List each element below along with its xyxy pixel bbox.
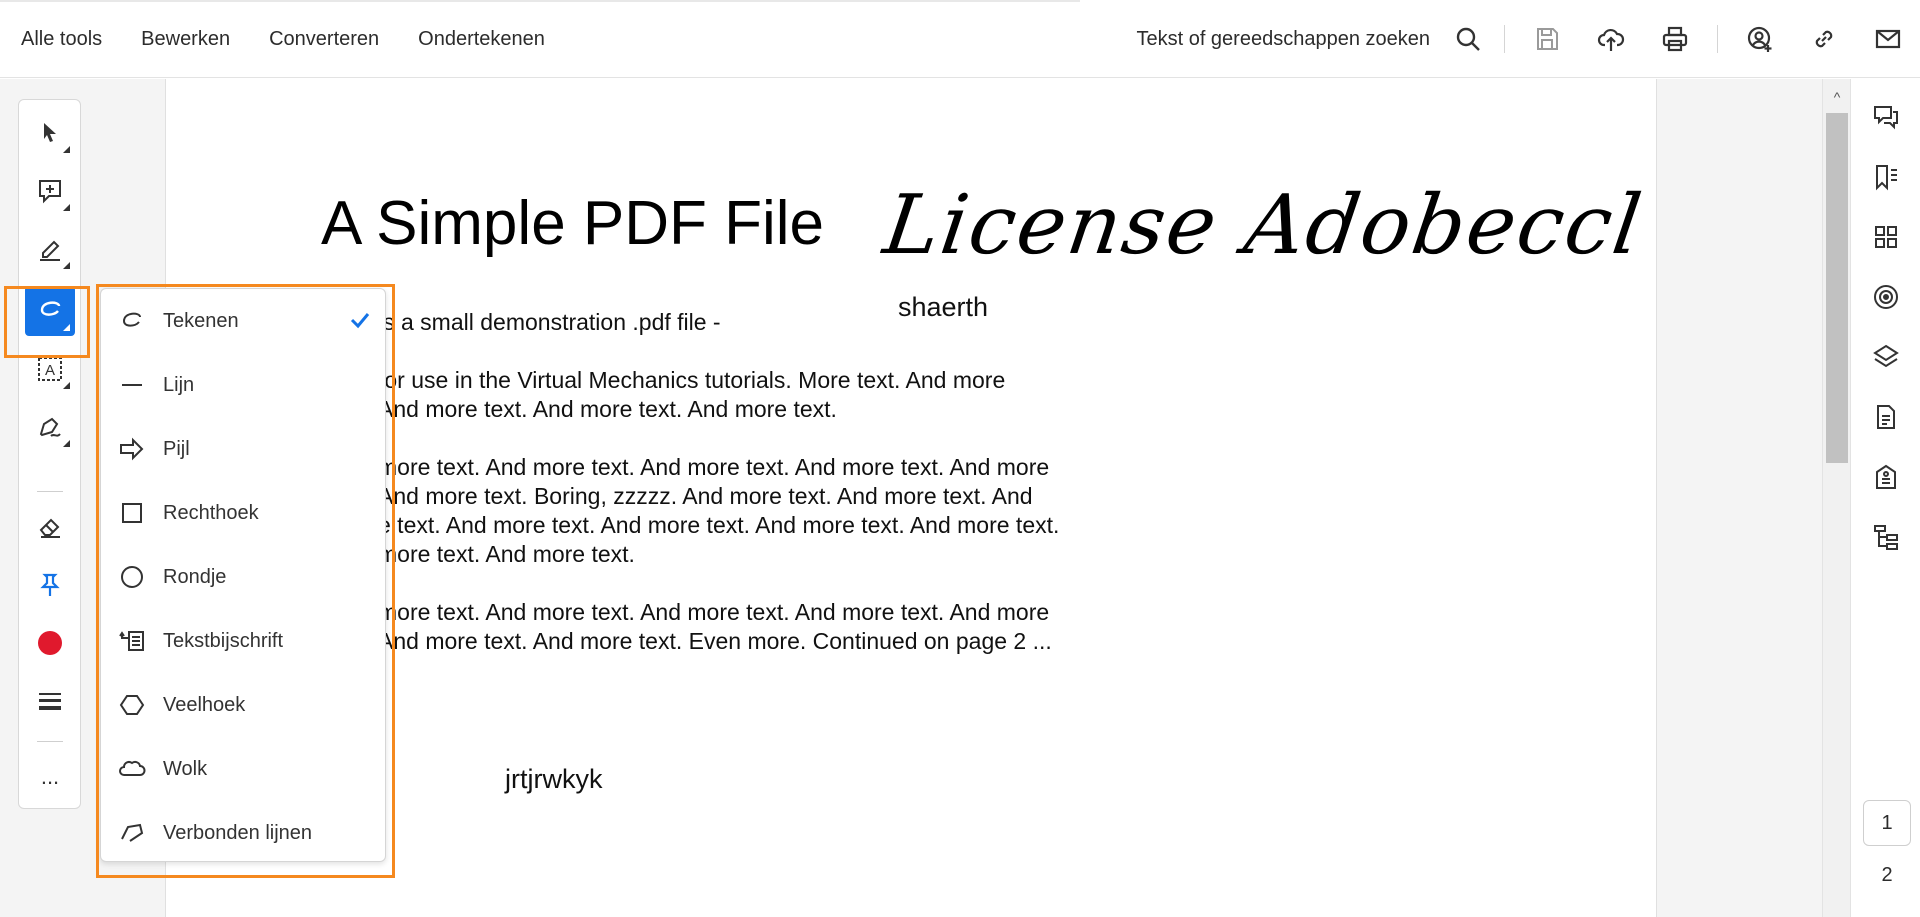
bookmarks-panel-button[interactable] [1865, 156, 1907, 198]
more-icon: ... [40, 764, 60, 789]
save-button[interactable] [1515, 0, 1579, 78]
nav-all-tools[interactable]: Alle tools [21, 28, 102, 51]
layers-icon [1873, 344, 1899, 368]
link-icon [1815, 30, 1833, 48]
target-icon [1874, 285, 1898, 309]
pdf-text-line: And more text. And more text. Even more.… [378, 628, 1052, 654]
signature-icon [39, 417, 61, 437]
highlight-tool-button[interactable] [25, 224, 75, 274]
pdf-text-line: for use in the Virtual Mechanics tutoria… [378, 367, 1006, 393]
scroll-up-icon[interactable]: ^ [1827, 87, 1847, 107]
signature-annotation[interactable]: License Adobeccl [878, 178, 1648, 273]
pin-icon [40, 573, 60, 596]
select-icon [44, 123, 56, 142]
print-button[interactable] [1643, 0, 1707, 78]
target-panel-button[interactable] [1865, 276, 1907, 318]
color-icon [38, 631, 62, 655]
pdf-text-line: is a small demonstration .pdf file - [378, 309, 721, 335]
vertical-scrollbar[interactable]: ^ [1822, 79, 1850, 917]
structure-icon [1874, 525, 1898, 550]
search-button[interactable] [1442, 0, 1494, 78]
top-actions: Tekst of gereedschappen zoeken [1136, 0, 1920, 78]
text-box-icon: A [38, 357, 62, 381]
bookmarks-icon [1876, 165, 1897, 191]
search-icon [1456, 27, 1480, 51]
document-margin [1656, 79, 1822, 917]
pdf-title: A Simple PDF File [321, 189, 825, 258]
line-weight-icon [39, 693, 61, 710]
scrollbar-thumb[interactable] [1826, 113, 1848, 463]
eraser-icon [39, 518, 60, 538]
draw-tool-highlight [4, 286, 90, 358]
mail-button[interactable] [1856, 0, 1920, 78]
structure-panel-button[interactable] [1865, 516, 1907, 558]
nav-sign[interactable]: Ondertekenen [418, 28, 545, 51]
more-tools-button[interactable]: ... [25, 752, 75, 802]
layers-panel-button[interactable] [1865, 336, 1907, 378]
cloud-upload-icon [1597, 28, 1625, 51]
text-annotation[interactable]: jrtjrwkyk [505, 764, 602, 795]
toolbar-divider [37, 741, 63, 742]
eraser-tool-button[interactable] [25, 502, 75, 552]
print-icon [1662, 26, 1688, 52]
annotation-toolbar: A ... [18, 99, 81, 809]
thumbnails-panel-button[interactable] [1865, 216, 1907, 258]
top-toolbar: Alle tools Bewerken Converteren Ondertek… [0, 0, 1920, 78]
pdf-text-line: more text. And more text. [378, 541, 635, 567]
svg-text:A: A [45, 362, 55, 379]
line-weight-button[interactable] [25, 676, 75, 726]
comments-panel-button[interactable] [1865, 96, 1907, 138]
text-annotation[interactable]: shaerth [898, 292, 988, 323]
upload-button[interactable] [1579, 0, 1643, 78]
toolbar-divider [37, 491, 63, 492]
comment-tool-button[interactable] [25, 166, 75, 216]
nav-convert[interactable]: Converteren [269, 28, 379, 51]
page-number-current[interactable]: 1 [1863, 800, 1911, 846]
document-icon [1877, 405, 1895, 429]
pdf-text-line: And more text. And more text. And more t… [378, 396, 837, 422]
comments-icon [1874, 106, 1898, 130]
accessibility-icon [1876, 464, 1896, 489]
highlight-icon [40, 240, 60, 261]
save-icon [1537, 28, 1558, 50]
pdf-text-line: e text. And more text. And more text. An… [378, 512, 1060, 538]
pdf-text-line: more text. And more text. And more text.… [378, 599, 1050, 625]
comment-icon [39, 180, 61, 204]
select-tool-button[interactable] [25, 108, 75, 158]
pdf-text-line: more text. And more text. And more text.… [378, 454, 1050, 480]
color-picker-button[interactable] [25, 618, 75, 668]
link-button[interactable] [1792, 0, 1856, 78]
mail-icon [1875, 29, 1901, 49]
pdf-text-line: And more text. Boring, zzzzz. And more t… [378, 483, 1033, 509]
pin-tool-button[interactable] [25, 560, 75, 610]
add-user-icon [1747, 26, 1772, 52]
toolbar-divider [1717, 25, 1718, 53]
nav-edit[interactable]: Bewerken [141, 28, 230, 51]
page-number[interactable]: 2 [1863, 852, 1911, 898]
search-label[interactable]: Tekst of gereedschappen zoeken [1136, 28, 1430, 51]
share-user-button[interactable] [1728, 0, 1792, 78]
right-sidebar: 1 2 [1850, 79, 1920, 917]
toolbar-divider [1504, 25, 1505, 53]
menu-highlight [96, 284, 395, 878]
accessibility-panel-button[interactable] [1865, 456, 1907, 498]
top-nav: Alle tools Bewerken Converteren Ondertek… [0, 0, 584, 78]
signature-tool-button[interactable] [25, 402, 75, 452]
document-panel-button[interactable] [1865, 396, 1907, 438]
thumbnails-icon [1875, 226, 1897, 248]
